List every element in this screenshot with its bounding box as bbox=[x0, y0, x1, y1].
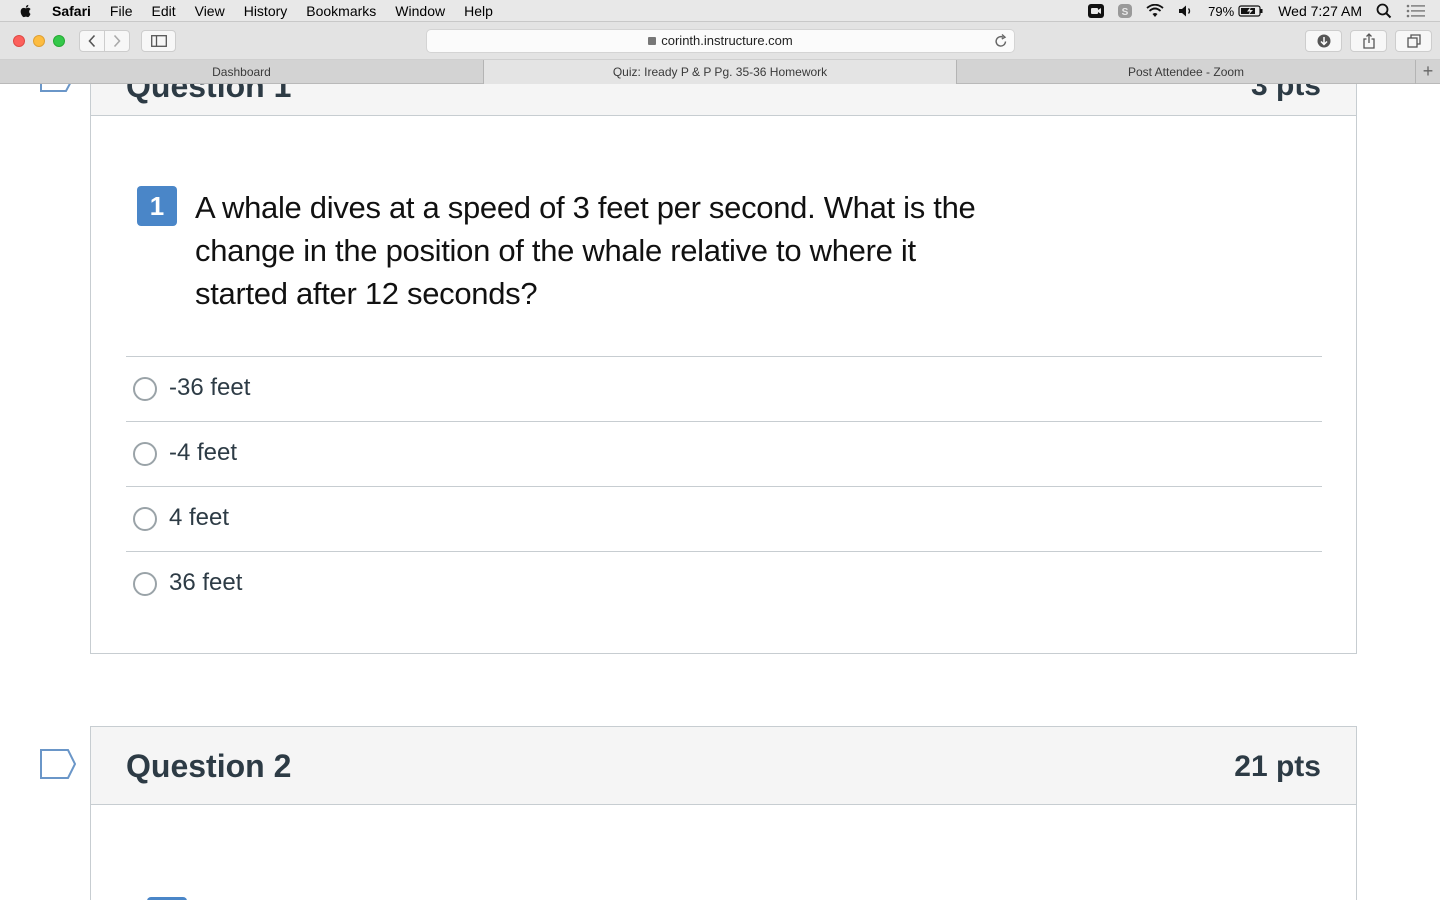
menu-edit[interactable]: Edit bbox=[151, 3, 175, 19]
question-1-points: 3 pts bbox=[1250, 84, 1321, 102]
radio-button[interactable] bbox=[133, 442, 157, 466]
tab-label: Quiz: Iready P & P Pg. 35-36 Homework bbox=[612, 65, 828, 79]
tab-quiz[interactable]: Quiz: Iready P & P Pg. 35-36 Homework bbox=[484, 60, 957, 84]
tab-label: Post Attendee - Zoom bbox=[1127, 65, 1245, 79]
radio-button[interactable] bbox=[133, 572, 157, 596]
menu-help[interactable]: Help bbox=[464, 3, 493, 19]
battery-percentage: 79% bbox=[1208, 3, 1235, 19]
answer-label[interactable]: 36 feet bbox=[169, 569, 242, 597]
svg-text:S: S bbox=[1122, 7, 1129, 18]
question-1-card: Question 1 3 pts 1 A whale dives at a sp… bbox=[90, 84, 1357, 654]
browser-tab-bar: Dashboard Quiz: Iready P & P Pg. 35-36 H… bbox=[0, 60, 1440, 84]
minimize-window-button[interactable] bbox=[33, 35, 45, 47]
menu-bookmarks[interactable]: Bookmarks bbox=[306, 3, 376, 19]
menu-file[interactable]: File bbox=[110, 3, 133, 19]
question-1-header: Question 1 3 pts bbox=[91, 84, 1356, 116]
tab-overview-button[interactable] bbox=[1395, 30, 1432, 52]
flag-question-1-icon[interactable] bbox=[40, 84, 74, 92]
answer-option[interactable]: 4 feet bbox=[126, 486, 1322, 551]
chevron-right-icon bbox=[113, 34, 121, 48]
answer-option[interactable]: -4 feet bbox=[126, 421, 1322, 486]
zoom-camera-icon[interactable] bbox=[1088, 4, 1105, 18]
download-arrow-icon bbox=[1317, 34, 1330, 48]
menu-extras: S 79% Wed 7:27 AM bbox=[1088, 0, 1440, 22]
address-bar[interactable]: corinth.instructure.com bbox=[426, 29, 1015, 53]
menu-view[interactable]: View bbox=[195, 3, 225, 19]
tabs-icon bbox=[1406, 34, 1421, 48]
question-1-answers: -36 feet -4 feet 4 feet 36 feet bbox=[126, 356, 1322, 616]
lock-icon bbox=[648, 37, 657, 45]
radio-button[interactable] bbox=[133, 377, 157, 401]
question-number-badge: 1 bbox=[137, 186, 177, 226]
answer-option[interactable]: -36 feet bbox=[126, 356, 1322, 421]
fullscreen-window-button[interactable] bbox=[53, 35, 65, 47]
share-icon bbox=[1362, 33, 1375, 49]
tab-label: Dashboard bbox=[212, 65, 271, 79]
tab-zoom[interactable]: Post Attendee - Zoom bbox=[957, 60, 1416, 84]
menu-clock[interactable]: Wed 7:27 AM bbox=[1278, 3, 1362, 19]
question-2-header: Question 2 21 pts bbox=[91, 727, 1356, 805]
question-1-text: A whale dives at a speed of 3 feet per s… bbox=[195, 190, 976, 311]
question-2-points: 21 pts bbox=[1234, 750, 1321, 783]
flag-question-2-icon[interactable] bbox=[40, 749, 76, 779]
volume-icon[interactable] bbox=[1178, 4, 1194, 18]
answer-option[interactable]: 36 feet bbox=[126, 551, 1322, 616]
page-content: Question 1 3 pts 1 A whale dives at a sp… bbox=[0, 84, 1440, 900]
address-bar-url: corinth.instructure.com bbox=[661, 33, 793, 48]
forward-button[interactable] bbox=[104, 30, 130, 52]
reload-icon[interactable] bbox=[994, 33, 1008, 49]
answer-label[interactable]: -36 feet bbox=[169, 374, 250, 402]
new-tab-button[interactable]: + bbox=[1416, 60, 1440, 84]
macos-menu-bar: Safari File Edit View History Bookmarks … bbox=[0, 0, 1440, 22]
downloads-button[interactable] bbox=[1305, 30, 1342, 52]
tab-dashboard[interactable]: Dashboard bbox=[0, 60, 484, 84]
back-button[interactable] bbox=[79, 30, 105, 52]
apple-logo-icon[interactable] bbox=[18, 3, 34, 19]
close-window-button[interactable] bbox=[13, 35, 25, 47]
battery-charging-icon[interactable] bbox=[1238, 5, 1264, 17]
browser-toolbar: corinth.instructure.com bbox=[0, 22, 1440, 60]
question-2-card: Question 2 21 pts bbox=[90, 726, 1357, 900]
menu-history[interactable]: History bbox=[244, 3, 288, 19]
skype-icon[interactable]: S bbox=[1118, 4, 1133, 18]
menu-window[interactable]: Window bbox=[395, 3, 445, 19]
answer-label[interactable]: -4 feet bbox=[169, 439, 237, 467]
menu-app-name[interactable]: Safari bbox=[52, 3, 91, 19]
notification-center-icon[interactable] bbox=[1406, 4, 1426, 18]
wifi-icon[interactable] bbox=[1146, 4, 1164, 18]
sidebar-toggle-button[interactable] bbox=[141, 30, 176, 52]
radio-button[interactable] bbox=[133, 507, 157, 531]
spotlight-search-icon[interactable] bbox=[1376, 3, 1392, 19]
answer-label[interactable]: 4 feet bbox=[169, 504, 229, 532]
chevron-left-icon bbox=[88, 34, 96, 48]
sidebar-icon bbox=[150, 35, 167, 47]
question-2-title: Question 2 bbox=[126, 748, 292, 784]
question-1-title: Question 1 bbox=[126, 84, 292, 104]
share-button[interactable] bbox=[1350, 30, 1387, 52]
